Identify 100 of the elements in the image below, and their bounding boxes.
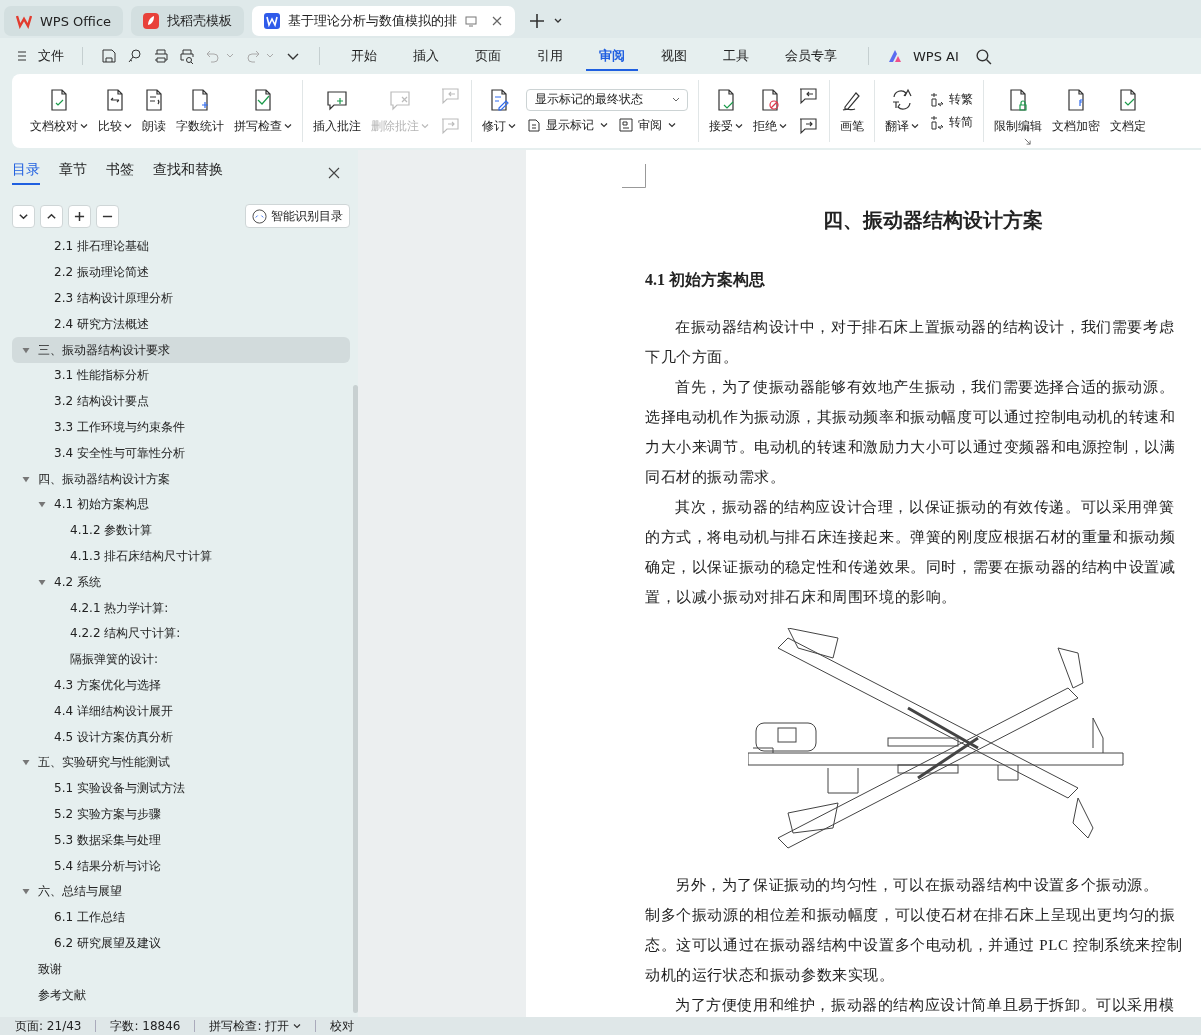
wps-ai-button[interactable]: WPS AI — [913, 48, 959, 64]
file-menu[interactable]: 文件 — [38, 47, 64, 65]
ribbon-button[interactable]: 翻译 — [881, 85, 923, 137]
toc-item[interactable]: 5.4 结果分析与讨论 — [12, 853, 350, 879]
sidebar-tab[interactable]: 目录 — [12, 161, 40, 185]
sidebar-tab[interactable]: 章节 — [59, 161, 87, 185]
toc-item[interactable]: 4.2 系统 — [12, 569, 350, 596]
print-preview-icon[interactable] — [179, 48, 195, 64]
toc-item[interactable]: 3.1 性能指标分析 — [12, 363, 350, 389]
expanded-triangle-icon[interactable] — [22, 475, 30, 483]
toc-item[interactable]: 五、实验研究与性能测试 — [12, 749, 350, 776]
toc-item[interactable]: 4.1 初始方案构思 — [12, 491, 350, 518]
ribbon-button[interactable]: 拼写检查 — [230, 85, 296, 137]
toc-item[interactable]: 2.2 振动理论简述 — [12, 259, 350, 286]
markup-state-dropdown[interactable]: 显示标记的最终状态 — [526, 88, 688, 111]
toc-item[interactable]: 3.4 安全性与可靠性分析 — [12, 440, 350, 467]
dropdown-value: 显示标记的最终状态 — [535, 91, 643, 108]
word-count[interactable]: 字数: 18846 — [110, 1017, 181, 1035]
ribbon-button[interactable]: 比较 — [94, 85, 136, 137]
ribbon-tab[interactable]: 工具 — [710, 41, 762, 71]
toc-item[interactable]: 四、振动器结构设计方案 — [12, 466, 350, 492]
new-tab-icon[interactable] — [529, 13, 546, 29]
search-icon[interactable] — [974, 47, 992, 65]
ribbon-small-button[interactable]: 显示标记 — [526, 116, 608, 134]
ribbon-button[interactable]: 文档加密 — [1048, 85, 1104, 137]
toc-item[interactable]: 三、振动器结构设计要求 — [12, 337, 350, 363]
ribbon-tab[interactable]: 会员专享 — [772, 41, 850, 71]
toc-item[interactable]: 参考文献 — [12, 982, 350, 1008]
ribbon-button[interactable]: 画笔 — [836, 85, 868, 137]
previous-comment-button[interactable] — [797, 86, 819, 106]
smart-toc-button[interactable]: 智能识别目录 — [245, 204, 350, 228]
window-tab[interactable]: 基于理论分析与数值模拟的排 — [252, 6, 516, 36]
toc-item[interactable]: 3.2 结构设计要点 — [12, 388, 350, 415]
ribbon-button[interactable]: 字数统计 — [172, 85, 228, 137]
ribbon-small-button[interactable]: 转繁 — [929, 91, 973, 108]
close-icon[interactable] — [328, 167, 340, 179]
sidebar-tab[interactable]: 查找和替换 — [153, 161, 223, 185]
toc-item[interactable]: 4.2.1 热力学计算: — [12, 595, 350, 621]
expand-corner-icon[interactable] — [1024, 138, 1031, 145]
toc-item[interactable]: 4.1.3 排石床结构尺寸计算 — [12, 543, 350, 570]
ribbon-button[interactable]: 拒绝 — [749, 85, 791, 137]
expanded-triangle-icon[interactable] — [38, 501, 46, 509]
ribbon-button[interactable]: 接受 — [705, 85, 747, 137]
ribbon-small-button[interactable]: 转简 — [929, 114, 973, 131]
next-comment-button[interactable] — [797, 116, 819, 136]
menu-icon[interactable] — [16, 50, 28, 62]
toc-item[interactable]: 4.1.2 参数计算 — [12, 517, 350, 544]
ribbon-tab[interactable]: 引用 — [524, 41, 576, 71]
expanded-triangle-icon[interactable] — [22, 759, 30, 767]
sidebar-tab[interactable]: 书签 — [106, 161, 134, 185]
toc-item[interactable]: 6.1 工作总结 — [12, 904, 350, 931]
monitor-icon[interactable] — [465, 15, 478, 27]
toc-item[interactable]: 2.1 排石理论基础 — [12, 234, 350, 260]
review-pane-icon — [618, 117, 634, 133]
translate-icon — [890, 87, 914, 112]
ribbon-button[interactable]: 朗读 — [138, 85, 170, 137]
toc-item[interactable]: 六、总结与展望 — [12, 878, 350, 905]
expanded-triangle-icon[interactable] — [22, 346, 30, 354]
toc-item[interactable]: 5.2 实验方案与步骤 — [12, 801, 350, 828]
toc-item[interactable]: 6.2 研究展望及建议 — [12, 930, 350, 957]
ribbon-tab[interactable]: 视图 — [648, 41, 700, 71]
proofread-status[interactable]: 校对 — [330, 1017, 355, 1035]
expanded-triangle-icon[interactable] — [38, 578, 46, 586]
toc-item[interactable]: 隔振弹簧的设计: — [12, 646, 350, 673]
toc-item[interactable]: 致谢 — [12, 956, 350, 983]
scrollbar-thumb[interactable] — [353, 385, 358, 1013]
toc-item[interactable]: 2.4 研究方法概述 — [12, 311, 350, 338]
ribbon-button[interactable]: 插入批注 — [309, 85, 365, 137]
wps-logo-icon — [16, 13, 32, 29]
spellcheck-status[interactable]: 拼写检查: 打开 — [209, 1017, 290, 1035]
toc-item[interactable]: 5.1 实验设备与测试方法 — [12, 775, 350, 802]
toc-item[interactable]: 5.3 数据采集与处理 — [12, 827, 350, 854]
collapse-button[interactable] — [40, 204, 63, 228]
ribbon-small-button[interactable]: 审阅 — [618, 116, 676, 134]
toc-item[interactable]: 4.4 详细结构设计展开 — [12, 698, 350, 725]
toc-item[interactable]: 4.5 设计方案仿真分析 — [12, 724, 350, 750]
ribbon-tab[interactable]: 审阅 — [586, 41, 638, 71]
ai-logo-icon[interactable] — [887, 48, 903, 64]
add-level-button[interactable] — [68, 204, 91, 228]
ribbon-tab[interactable]: 页面 — [462, 41, 514, 71]
toc-item[interactable]: 3.3 工作环境与约束条件 — [12, 414, 350, 441]
chevron-down-icon[interactable] — [293, 1022, 302, 1030]
expand-button[interactable] — [12, 204, 35, 228]
print-icon[interactable] — [153, 48, 169, 64]
toc-item[interactable]: 2.3 结构设计原理分析 — [12, 285, 350, 312]
save-icon[interactable] — [101, 48, 117, 64]
page-indicator[interactable]: 页面: 21/43 — [15, 1017, 82, 1035]
ribbon-button[interactable]: 限制编辑 — [990, 85, 1046, 137]
toc-item[interactable]: 4.2.2 结构尺寸计算: — [12, 620, 350, 647]
expanded-triangle-icon[interactable] — [22, 888, 30, 896]
ribbon-button[interactable]: 文档校对 — [26, 85, 92, 137]
body-paragraph: 在振动器结构设计中，对于排石床上置振动器的结构设计，我们需要考虑 下几个方面。 — [645, 318, 1175, 367]
toc-item[interactable]: 4.3 方案优化与选择 — [12, 672, 350, 699]
ribbon-button[interactable]: 修订 — [478, 85, 520, 137]
ribbon-tab[interactable]: 开始 — [338, 41, 390, 71]
ribbon-button[interactable]: 文档定 — [1106, 85, 1150, 137]
ribbon-tab[interactable]: 插入 — [400, 41, 452, 71]
window-tab[interactable]: WPS Office — [4, 6, 124, 36]
close-icon[interactable] — [491, 15, 504, 27]
window-tab[interactable]: 找稻壳模板 — [131, 6, 245, 36]
